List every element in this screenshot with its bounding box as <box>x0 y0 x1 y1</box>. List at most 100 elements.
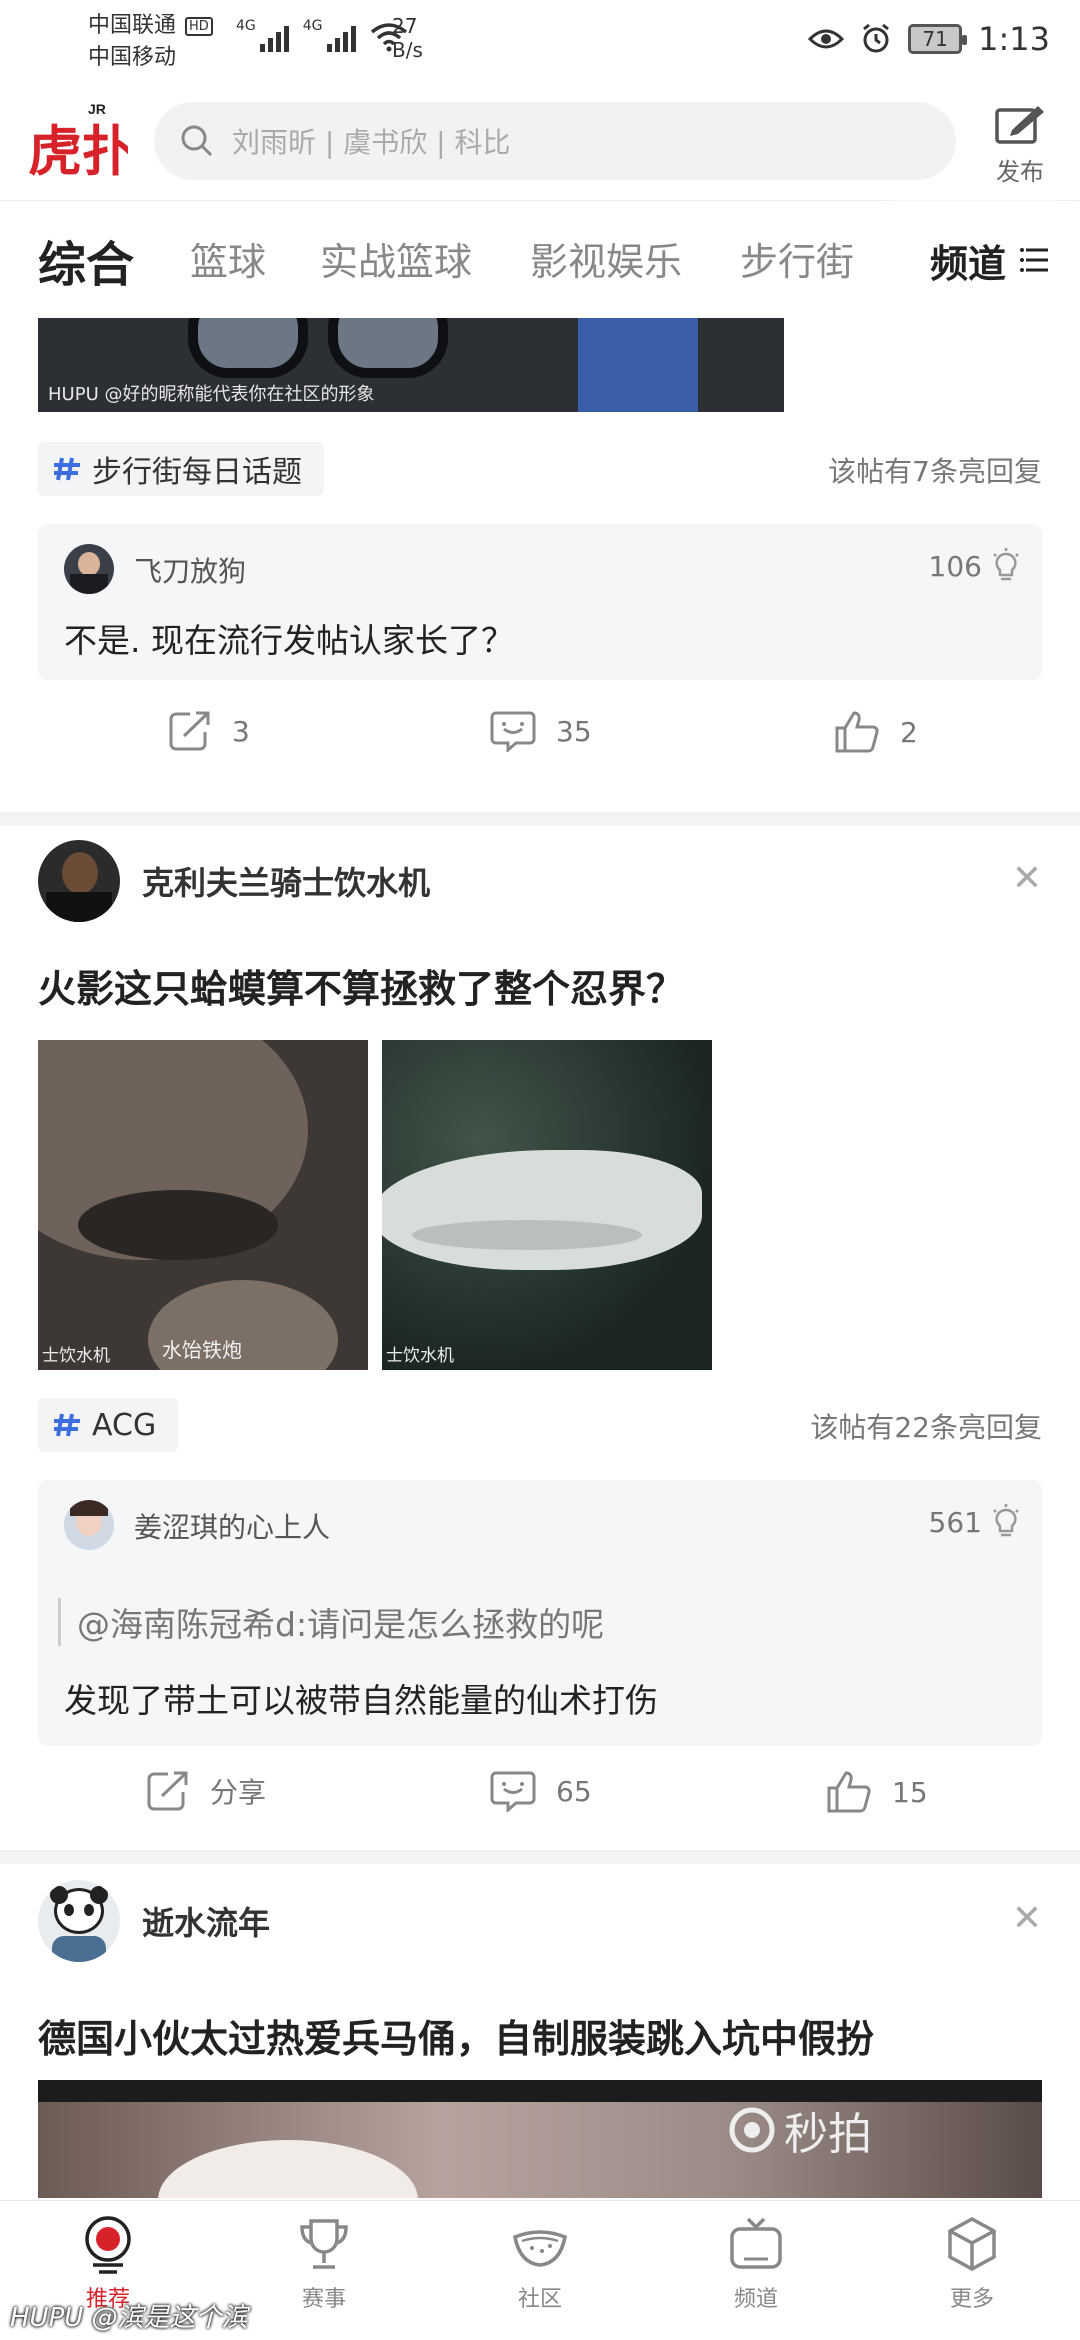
post1-comment-like-count: 106 <box>928 549 982 583</box>
post3-dismiss-button[interactable]: ✕ <box>1012 1898 1042 1939</box>
share-icon <box>169 711 210 751</box>
post3-title[interactable]: 德国小伙太过热爱兵马俑，自制服装跳入坑中假扮 <box>38 2008 874 2063</box>
post2-share-button[interactable]: 分享 <box>146 1770 266 1812</box>
post2-image-1-caption: 水饴铁炮 <box>162 1338 242 1362</box>
nav-more-label: 更多 <box>949 2287 994 2312</box>
nav-events-label: 赛事 <box>301 2287 346 2312</box>
feed: HUPU @好的昵称能代表你在社区的形象 步行街每日话题 该帖有7条亮回复 飞刀… <box>0 318 1080 2198</box>
post2-reply-count[interactable]: 该帖有22条亮回复 <box>810 1406 1042 1446</box>
nav-channels[interactable]: 频道 <box>648 2215 864 2313</box>
post2-like-count: 15 <box>892 1775 928 1809</box>
post1-topic-tag[interactable]: 步行街每日话题 <box>38 442 324 496</box>
post1-topic-label: 步行街每日话题 <box>92 455 302 490</box>
post2-image-2[interactable]: 士饮水机 <box>382 1040 712 1370</box>
post3-author[interactable]: 逝水流年 <box>38 1880 270 1962</box>
post1-image[interactable]: HUPU @好的昵称能代表你在社区的形象 <box>38 318 784 412</box>
carrier-1: 中国联通 HD <box>88 12 213 41</box>
post2-author[interactable]: 克利夫兰骑士饮水机 <box>38 840 430 922</box>
tab-basketball[interactable]: 篮球 <box>190 231 266 286</box>
post2-comment-count: 65 <box>556 1774 592 1808</box>
nav-events[interactable]: 赛事 <box>216 2215 432 2313</box>
screen-watermark: HUPU @滨是这个滨 <box>10 2303 248 2333</box>
tab-pedestrian-street[interactable]: 步行街 <box>740 231 854 286</box>
post1-comment-count: 35 <box>556 714 592 748</box>
post1-comment-user[interactable]: 飞刀放狗 <box>134 550 246 590</box>
trophy-icon <box>300 2219 348 2269</box>
battery-icon: 71 <box>908 24 968 54</box>
post1-like-button[interactable]: 2 <box>834 710 918 754</box>
topic-hash-icon <box>54 1413 80 1437</box>
post1-actions: 3 35 2 <box>0 690 1080 770</box>
post2-comment-avatar[interactable] <box>64 1500 114 1550</box>
edit-icon <box>995 106 1044 144</box>
post2-comment-likes[interactable]: 561 <box>929 1504 1020 1540</box>
search-placeholder: 刘雨昕 | 虞书欣 | 科比 <box>232 126 511 159</box>
carrier-1-name: 中国联通 <box>88 13 177 38</box>
tab-zonghe[interactable]: 综合 <box>38 225 134 295</box>
post1-comment-likes[interactable]: 106 <box>929 548 1020 584</box>
post2-title[interactable]: 火影这只蛤蟆算不算拯救了整个忍界？ <box>38 958 684 1013</box>
post3-author-avatar[interactable] <box>38 1880 120 1962</box>
post2-topic-label: ACG <box>92 1407 157 1443</box>
tv-icon <box>730 2217 782 2269</box>
category-tabs: 综合 篮球 实战篮球 影视娱乐 步行街 赛 频道 <box>0 200 1080 319</box>
post2-like-button[interactable]: 15 <box>826 1770 928 1814</box>
search-icon <box>181 125 213 157</box>
channel-button[interactable]: 频道 <box>910 201 1080 319</box>
post1-comment-button[interactable]: 35 <box>490 710 592 752</box>
post1-hot-comment[interactable]: 飞刀放狗 106 不是. 现在流行发帖认家长了？ <box>38 524 1042 680</box>
post2-comment-user[interactable]: 姜涩琪的心上人 <box>134 1506 330 1546</box>
signal-2-icon <box>326 18 356 52</box>
publish-button[interactable]: 发布 <box>984 102 1056 188</box>
carrier-2: 中国移动 <box>88 45 177 70</box>
bottom-nav: 推荐 赛事 社区 频道 更多 HUPU @滨是这个滨 <box>0 2200 1080 2340</box>
share-icon <box>147 1771 188 1811</box>
post2-comment-like-count: 561 <box>928 1505 982 1539</box>
post2-image-1-watermark: 士饮水机 <box>42 1346 110 1366</box>
signal-1-icon <box>259 18 289 52</box>
feed-divider <box>0 1850 1080 1864</box>
comment-icon <box>490 711 536 752</box>
post2-share-label: 分享 <box>210 1776 267 1809</box>
net-speed-value: 27 <box>392 14 418 38</box>
post2-hot-comment[interactable]: 姜涩琪的心上人 561 @海南陈冠希d:请问是怎么拯救的呢 发现了带土可以被带自… <box>38 1480 1042 1746</box>
post2-author-avatar[interactable] <box>38 840 120 922</box>
alarm-icon <box>863 23 890 53</box>
recommend-icon <box>85 2216 131 2274</box>
tab-entertainment[interactable]: 影视娱乐 <box>530 231 682 286</box>
post2-topic-tag[interactable]: ACG <box>38 1398 179 1452</box>
hupu-logo[interactable]: JR 虎扑 <box>28 98 128 184</box>
miaopai-watermark: 秒拍 <box>728 2098 872 2162</box>
post1-share-button[interactable]: 3 <box>168 710 250 752</box>
post1-image-watermark: HUPU @好的昵称能代表你在社区的形象 <box>48 384 375 405</box>
post2-dismiss-button[interactable]: ✕ <box>1012 858 1042 899</box>
net-speed: 27 B/s <box>392 14 423 62</box>
tab-streetball[interactable]: 实战篮球 <box>320 231 472 286</box>
menu-icon <box>1020 248 1049 272</box>
post1-comment-text: 不是. 现在流行发帖认家长了？ <box>64 621 514 660</box>
post2-actions: 分享 65 15 <box>0 1758 1080 1838</box>
thumbs-up-icon <box>835 711 879 753</box>
net-speed-unit: B/s <box>392 38 423 62</box>
post3-video[interactable]: 秒拍 <box>38 2080 1042 2198</box>
camera-icon <box>729 2107 775 2153</box>
nav-community[interactable]: 社区 <box>432 2215 648 2313</box>
post1-like-count: 2 <box>900 715 918 749</box>
post1-comment-avatar[interactable] <box>64 544 114 594</box>
comment-icon <box>490 1771 536 1812</box>
post3-author-name[interactable]: 逝水流年 <box>142 1898 270 1944</box>
status-right: 71 1:13 <box>808 20 1050 58</box>
network-1-type: 4G <box>236 18 256 34</box>
logo-text: 虎扑 <box>28 120 128 183</box>
post1-reply-count[interactable]: 该帖有7条亮回复 <box>828 450 1042 490</box>
post2-author-name[interactable]: 克利夫兰骑士饮水机 <box>142 858 430 904</box>
publish-label: 发布 <box>996 158 1044 186</box>
nav-more[interactable]: 更多 <box>864 2215 1080 2313</box>
search-bar[interactable]: 刘雨昕 | 虞书欣 | 科比 <box>154 102 956 180</box>
post2-image-1[interactable]: 水饴铁炮 士饮水机 <box>38 1040 368 1370</box>
network-2-type: 4G <box>302 18 323 34</box>
post2-comment-button[interactable]: 65 <box>490 1770 592 1812</box>
lightbulb-icon <box>993 548 1019 581</box>
post2-comment-quote: @海南陈冠希d:请问是怎么拯救的呢 <box>58 1598 604 1646</box>
lightbulb-icon <box>993 1504 1019 1537</box>
